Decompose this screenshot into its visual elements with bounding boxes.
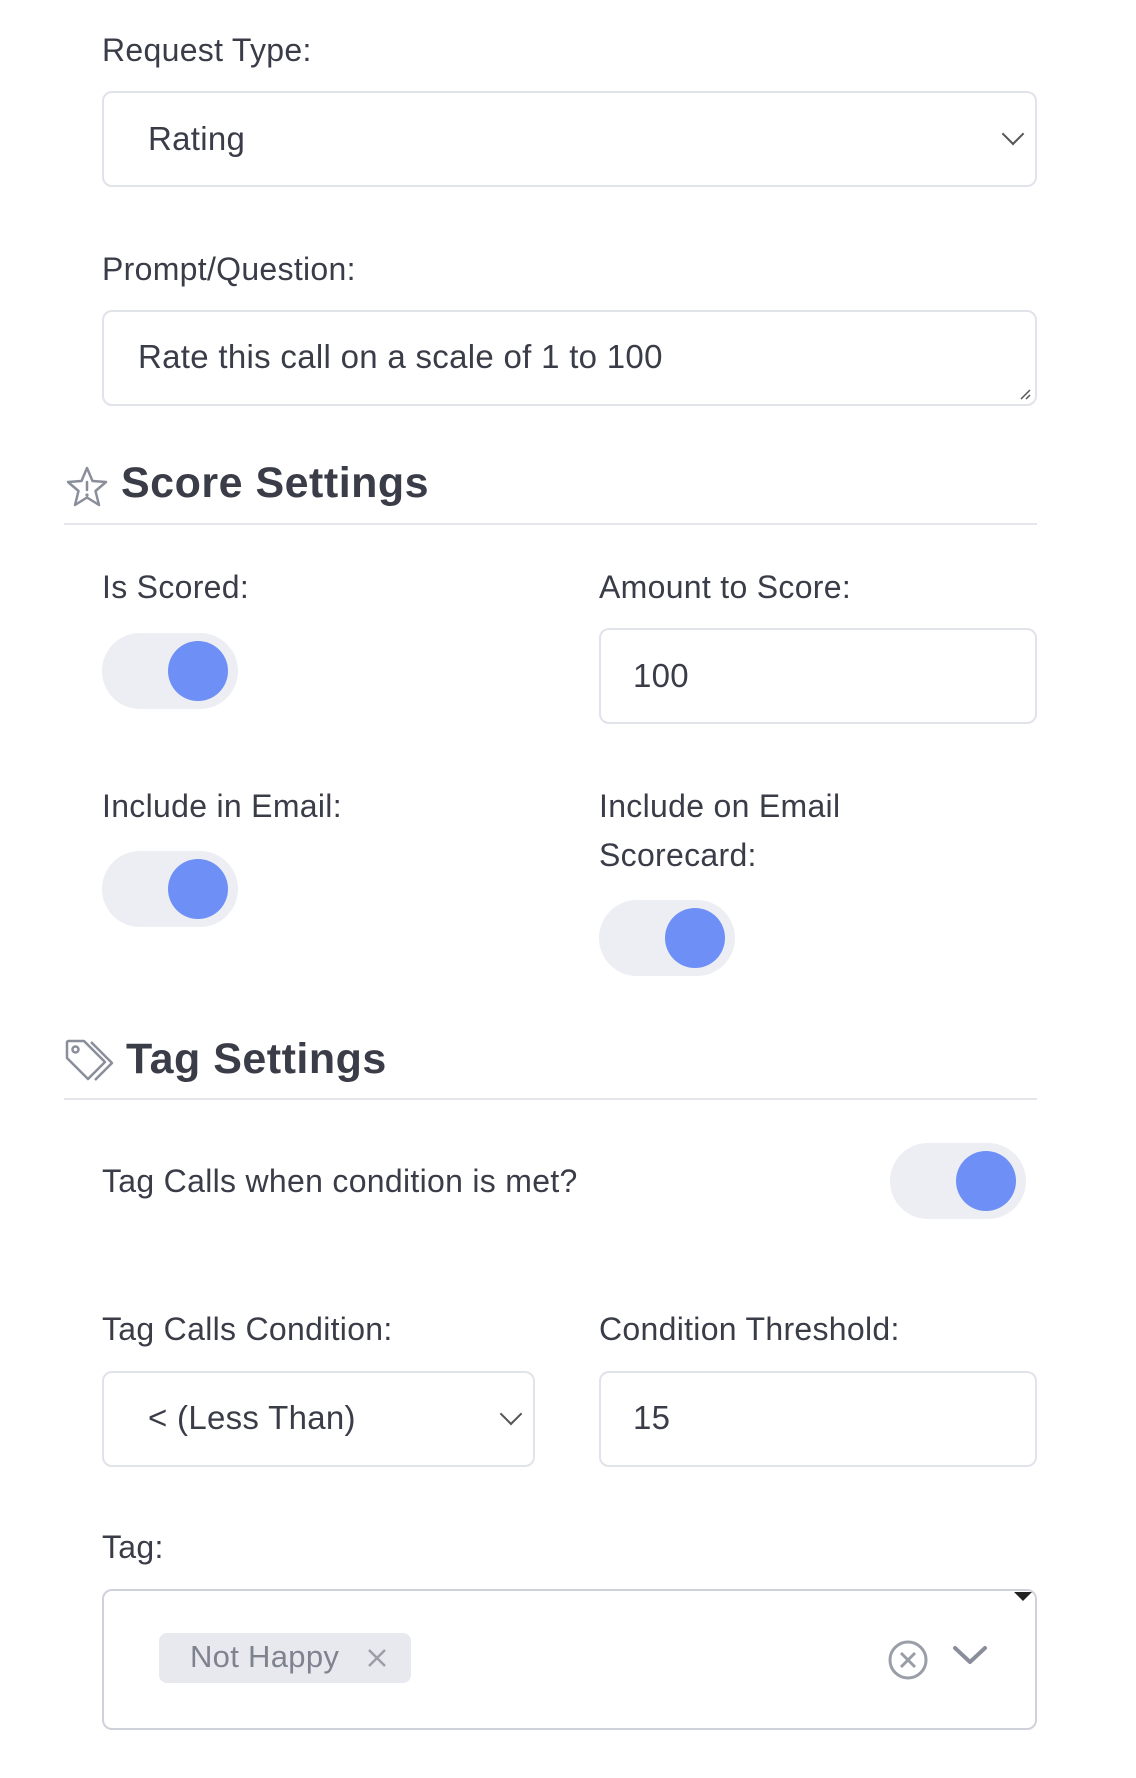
is-scored-toggle[interactable] xyxy=(102,633,238,709)
chevron-down-icon[interactable] xyxy=(952,1643,988,1669)
tag-settings-title: Tag Settings xyxy=(126,1035,387,1083)
request-type-value: Rating xyxy=(148,120,246,157)
include-on-email-scorecard-label-line2: Scorecard: xyxy=(599,837,757,873)
request-type-select[interactable]: Rating xyxy=(102,91,1037,187)
toggle-knob xyxy=(168,641,228,701)
star-icon xyxy=(66,466,108,507)
score-settings-divider xyxy=(64,523,1037,525)
amount-to-score-value: 100 xyxy=(633,657,689,694)
toggle-knob xyxy=(665,908,725,968)
toggle-knob xyxy=(956,1151,1016,1211)
chevron-down-icon xyxy=(1001,122,1025,146)
include-on-email-scorecard-toggle[interactable] xyxy=(599,900,735,976)
prompt-value: Rate this call on a scale of 1 to 100 xyxy=(138,338,663,375)
is-scored-label: Is Scored: xyxy=(102,569,250,605)
condition-threshold-input[interactable]: 15 xyxy=(599,1371,1037,1467)
tag-chip: Not Happy xyxy=(159,1633,411,1683)
resize-handle-icon[interactable] xyxy=(1019,388,1031,400)
request-type-label: Request Type: xyxy=(102,32,312,68)
clear-circle-icon[interactable] xyxy=(887,1639,929,1681)
tag-label: Tag: xyxy=(102,1529,164,1565)
caret-down-icon xyxy=(1014,1592,1032,1601)
include-in-email-toggle[interactable] xyxy=(102,851,238,927)
amount-to-score-input[interactable]: 100 xyxy=(599,628,1037,724)
amount-to-score-label: Amount to Score: xyxy=(599,569,852,605)
include-on-email-scorecard-label-line1: Include on Email xyxy=(599,788,841,824)
include-in-email-label: Include in Email: xyxy=(102,788,342,824)
tag-multiselect[interactable]: Not Happy xyxy=(102,1589,1037,1730)
score-settings-title: Score Settings xyxy=(121,459,430,507)
tag-calls-toggle-label: Tag Calls when condition is met? xyxy=(102,1163,578,1199)
tag-calls-condition-value: < (Less Than) xyxy=(148,1399,356,1436)
chevron-down-icon xyxy=(499,1402,523,1426)
condition-threshold-label: Condition Threshold: xyxy=(599,1311,900,1347)
prompt-label: Prompt/Question: xyxy=(102,251,356,287)
condition-threshold-value: 15 xyxy=(633,1399,671,1436)
prompt-textarea[interactable]: Rate this call on a scale of 1 to 100 xyxy=(102,310,1037,406)
tag-calls-condition-select[interactable]: < (Less Than) xyxy=(102,1371,535,1467)
tag-icon xyxy=(65,1039,114,1081)
tag-calls-condition-label: Tag Calls Condition: xyxy=(102,1311,393,1347)
close-icon[interactable] xyxy=(366,1647,388,1669)
tag-calls-toggle[interactable] xyxy=(890,1143,1026,1219)
toggle-knob xyxy=(168,859,228,919)
tag-settings-divider xyxy=(64,1098,1037,1100)
tag-chip-label: Not Happy xyxy=(190,1639,340,1674)
